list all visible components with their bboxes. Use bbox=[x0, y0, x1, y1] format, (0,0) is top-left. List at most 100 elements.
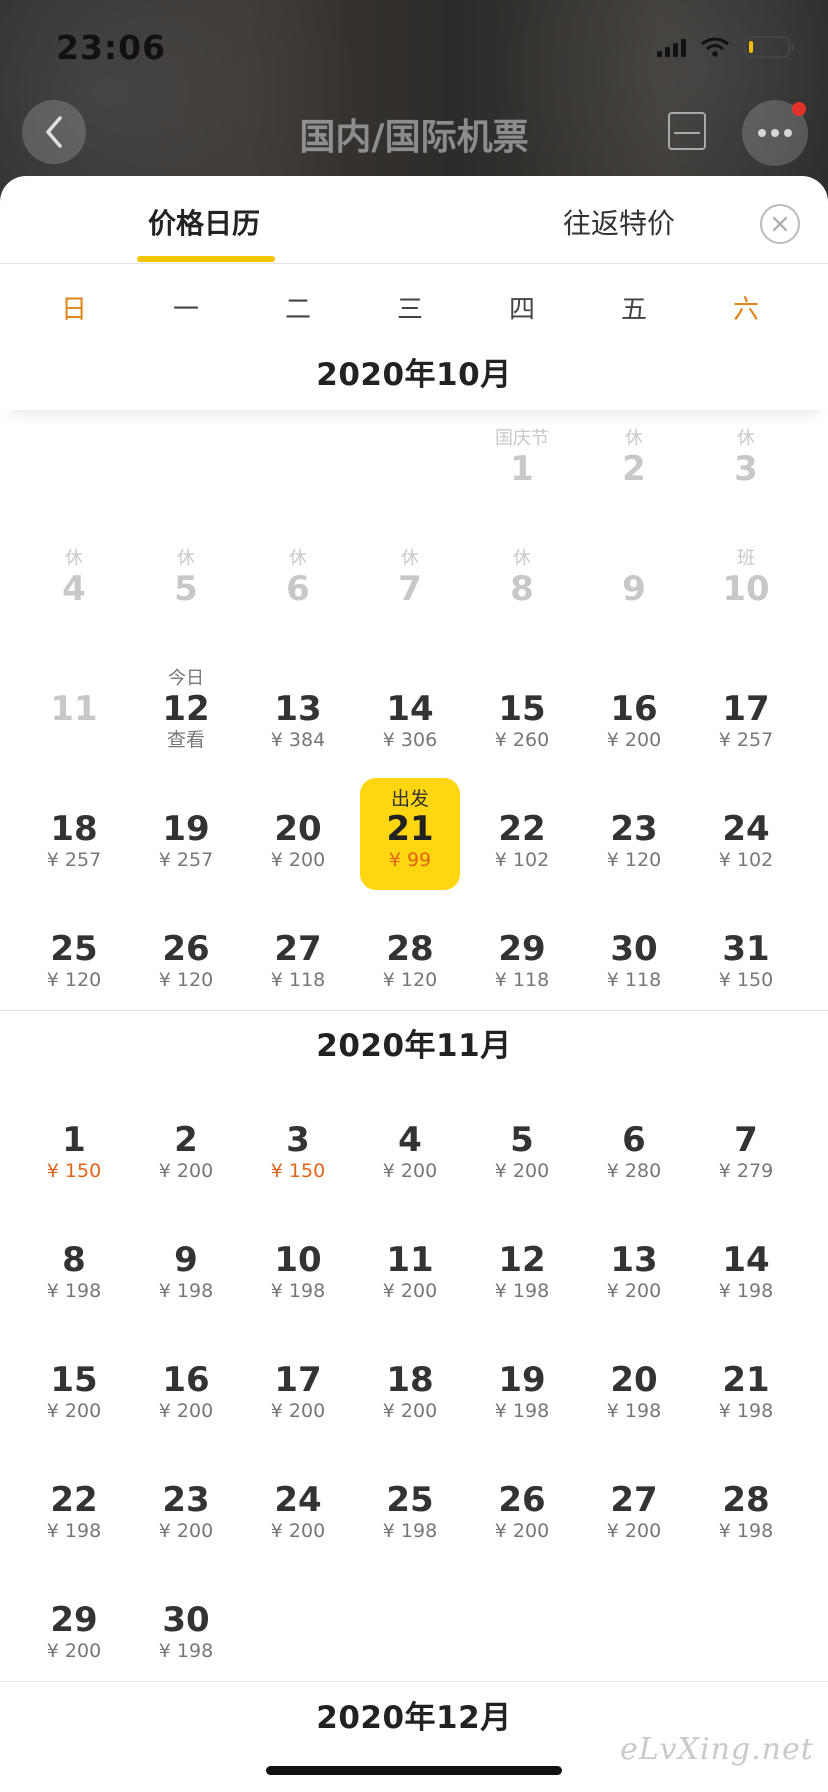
day-number: 24 bbox=[722, 809, 770, 849]
day-price: ¥ 102 bbox=[494, 849, 550, 871]
selected-day-cell[interactable]: 出发 21 ¥ 99 bbox=[354, 770, 466, 890]
day-price: ¥ 198 bbox=[382, 1520, 438, 1542]
day-cell[interactable]: 22 ¥ 102 bbox=[466, 770, 578, 890]
day-cell[interactable]: 10 ¥ 198 bbox=[242, 1201, 354, 1321]
day-cell[interactable]: 17 ¥ 257 bbox=[690, 650, 802, 770]
day-cell[interactable]: 28 ¥ 120 bbox=[354, 890, 466, 1010]
day-cell[interactable]: 18 ¥ 200 bbox=[354, 1321, 466, 1441]
day-cell[interactable]: 13 ¥ 200 bbox=[578, 1201, 690, 1321]
day-cell[interactable]: 31 ¥ 150 bbox=[690, 890, 802, 1010]
day-cell[interactable]: 27 ¥ 118 bbox=[242, 890, 354, 1010]
day-number: 22 bbox=[498, 809, 546, 849]
day-number: 15 bbox=[50, 1360, 98, 1400]
day-cell[interactable]: 13 ¥ 384 bbox=[242, 650, 354, 770]
day-tag: 休 bbox=[289, 548, 307, 569]
day-number: 7 bbox=[734, 1120, 758, 1160]
day-cell: 11 bbox=[18, 650, 130, 770]
day-cell[interactable]: 20 ¥ 200 bbox=[242, 770, 354, 890]
tab-price-calendar[interactable]: 价格日历 bbox=[148, 202, 260, 242]
day-cell[interactable]: 19 ¥ 198 bbox=[466, 1321, 578, 1441]
day-cell[interactable]: 24 ¥ 200 bbox=[242, 1441, 354, 1561]
day-cell[interactable]: 9 ¥ 198 bbox=[130, 1201, 242, 1321]
day-cell[interactable]: 7 ¥ 279 bbox=[690, 1081, 802, 1201]
day-number: 20 bbox=[274, 809, 322, 849]
day-number: 28 bbox=[722, 1480, 770, 1520]
day-cell[interactable]: 16 ¥ 200 bbox=[578, 650, 690, 770]
day-cell[interactable]: 17 ¥ 200 bbox=[242, 1321, 354, 1441]
ticket-icon[interactable] bbox=[668, 112, 706, 150]
day-cell[interactable]: 12 ¥ 198 bbox=[466, 1201, 578, 1321]
day-cell[interactable]: 15 ¥ 200 bbox=[18, 1321, 130, 1441]
day-number: 26 bbox=[498, 1480, 546, 1520]
day-cell[interactable]: 14 ¥ 198 bbox=[690, 1201, 802, 1321]
day-cell[interactable]: 23 ¥ 200 bbox=[130, 1441, 242, 1561]
day-price: ¥ 150 bbox=[718, 969, 774, 991]
day-price: ¥ 198 bbox=[46, 1280, 102, 1302]
day-cell[interactable]: 2 ¥ 200 bbox=[130, 1081, 242, 1201]
day-cell: 休3 bbox=[690, 410, 802, 530]
day-number: 20 bbox=[610, 1360, 658, 1400]
day-tag: 休 bbox=[177, 548, 195, 569]
month-title: 2020年10月 bbox=[0, 350, 828, 410]
day-cell[interactable]: 20 ¥ 198 bbox=[578, 1321, 690, 1441]
day-number: 10 bbox=[274, 1240, 322, 1280]
day-cell[interactable]: 25 ¥ 120 bbox=[18, 890, 130, 1010]
day-number: 4 bbox=[398, 1120, 422, 1160]
month-grid-oct: 国庆节 1 休 2 休 3 休 4 休 5 休 6 休 7 休 8 9 班 10 11 今日 12 查看 13 ¥ 384 14 ¥… bbox=[0, 410, 828, 1010]
day-price: ¥ 198 bbox=[718, 1400, 774, 1422]
day-cell[interactable]: 23 ¥ 120 bbox=[578, 770, 690, 890]
day-number: 6 bbox=[622, 1120, 646, 1160]
day-cell[interactable]: 1 ¥ 150 bbox=[18, 1081, 130, 1201]
day-price: ¥ 260 bbox=[494, 729, 550, 751]
day-cell[interactable]: 30 ¥ 118 bbox=[578, 890, 690, 1010]
day-cell[interactable]: 26 ¥ 120 bbox=[130, 890, 242, 1010]
day-cell[interactable]: 16 ¥ 200 bbox=[130, 1321, 242, 1441]
day-cell[interactable]: 15 ¥ 260 bbox=[466, 650, 578, 770]
day-cell[interactable]: 19 ¥ 257 bbox=[130, 770, 242, 890]
day-price: ¥ 200 bbox=[606, 1520, 662, 1542]
day-cell[interactable]: 8 ¥ 198 bbox=[18, 1201, 130, 1321]
day-price: ¥ 198 bbox=[158, 1280, 214, 1302]
day-number: 4 bbox=[62, 569, 86, 609]
tab-round-trip-deals[interactable]: 往返特价 bbox=[563, 202, 675, 242]
weekday-tue: 二 bbox=[284, 294, 311, 325]
day-number: 10 bbox=[722, 569, 770, 609]
day-cell: 国庆节 1 bbox=[466, 410, 578, 530]
close-icon bbox=[772, 216, 788, 232]
empty-cell bbox=[130, 410, 242, 530]
day-price: ¥ 306 bbox=[382, 729, 438, 751]
day-cell[interactable]: 22 ¥ 198 bbox=[18, 1441, 130, 1561]
day-number: 8 bbox=[62, 1240, 86, 1280]
day-cell[interactable]: 21 ¥ 198 bbox=[690, 1321, 802, 1441]
day-number: 25 bbox=[386, 1480, 434, 1520]
day-cell[interactable]: 11 ¥ 200 bbox=[354, 1201, 466, 1321]
day-cell[interactable]: 4 ¥ 200 bbox=[354, 1081, 466, 1201]
day-price: ¥ 200 bbox=[158, 1400, 214, 1422]
day-cell[interactable]: 14 ¥ 306 bbox=[354, 650, 466, 770]
day-cell[interactable]: 6 ¥ 280 bbox=[578, 1081, 690, 1201]
close-button[interactable] bbox=[760, 204, 800, 244]
day-number: 3 bbox=[286, 1120, 310, 1160]
day-price: ¥ 198 bbox=[718, 1280, 774, 1302]
day-number: 31 bbox=[722, 929, 770, 969]
day-number: 2 bbox=[174, 1120, 198, 1160]
day-cell[interactable]: 18 ¥ 257 bbox=[18, 770, 130, 890]
day-price: ¥ 120 bbox=[382, 969, 438, 991]
day-cell[interactable]: 28 ¥ 198 bbox=[690, 1441, 802, 1561]
day-cell[interactable]: 30 ¥ 198 bbox=[130, 1561, 242, 1681]
day-tag: 国庆节 bbox=[495, 428, 549, 449]
day-cell[interactable]: 今日 12 查看 bbox=[130, 650, 242, 770]
day-cell[interactable]: 24 ¥ 102 bbox=[690, 770, 802, 890]
weekday-sun: 日 bbox=[60, 294, 87, 325]
day-cell: 休2 bbox=[578, 410, 690, 530]
day-cell[interactable]: 27 ¥ 200 bbox=[578, 1441, 690, 1561]
day-cell[interactable]: 5 ¥ 200 bbox=[466, 1081, 578, 1201]
day-number: 8 bbox=[510, 569, 534, 609]
day-cell[interactable]: 29 ¥ 118 bbox=[466, 890, 578, 1010]
day-cell[interactable]: 29 ¥ 200 bbox=[18, 1561, 130, 1681]
day-cell[interactable]: 3 ¥ 150 bbox=[242, 1081, 354, 1201]
day-cell[interactable]: 25 ¥ 198 bbox=[354, 1441, 466, 1561]
day-cell[interactable]: 26 ¥ 200 bbox=[466, 1441, 578, 1561]
home-indicator bbox=[266, 1766, 562, 1775]
tab-bar: 价格日历 往返特价 bbox=[0, 176, 828, 264]
